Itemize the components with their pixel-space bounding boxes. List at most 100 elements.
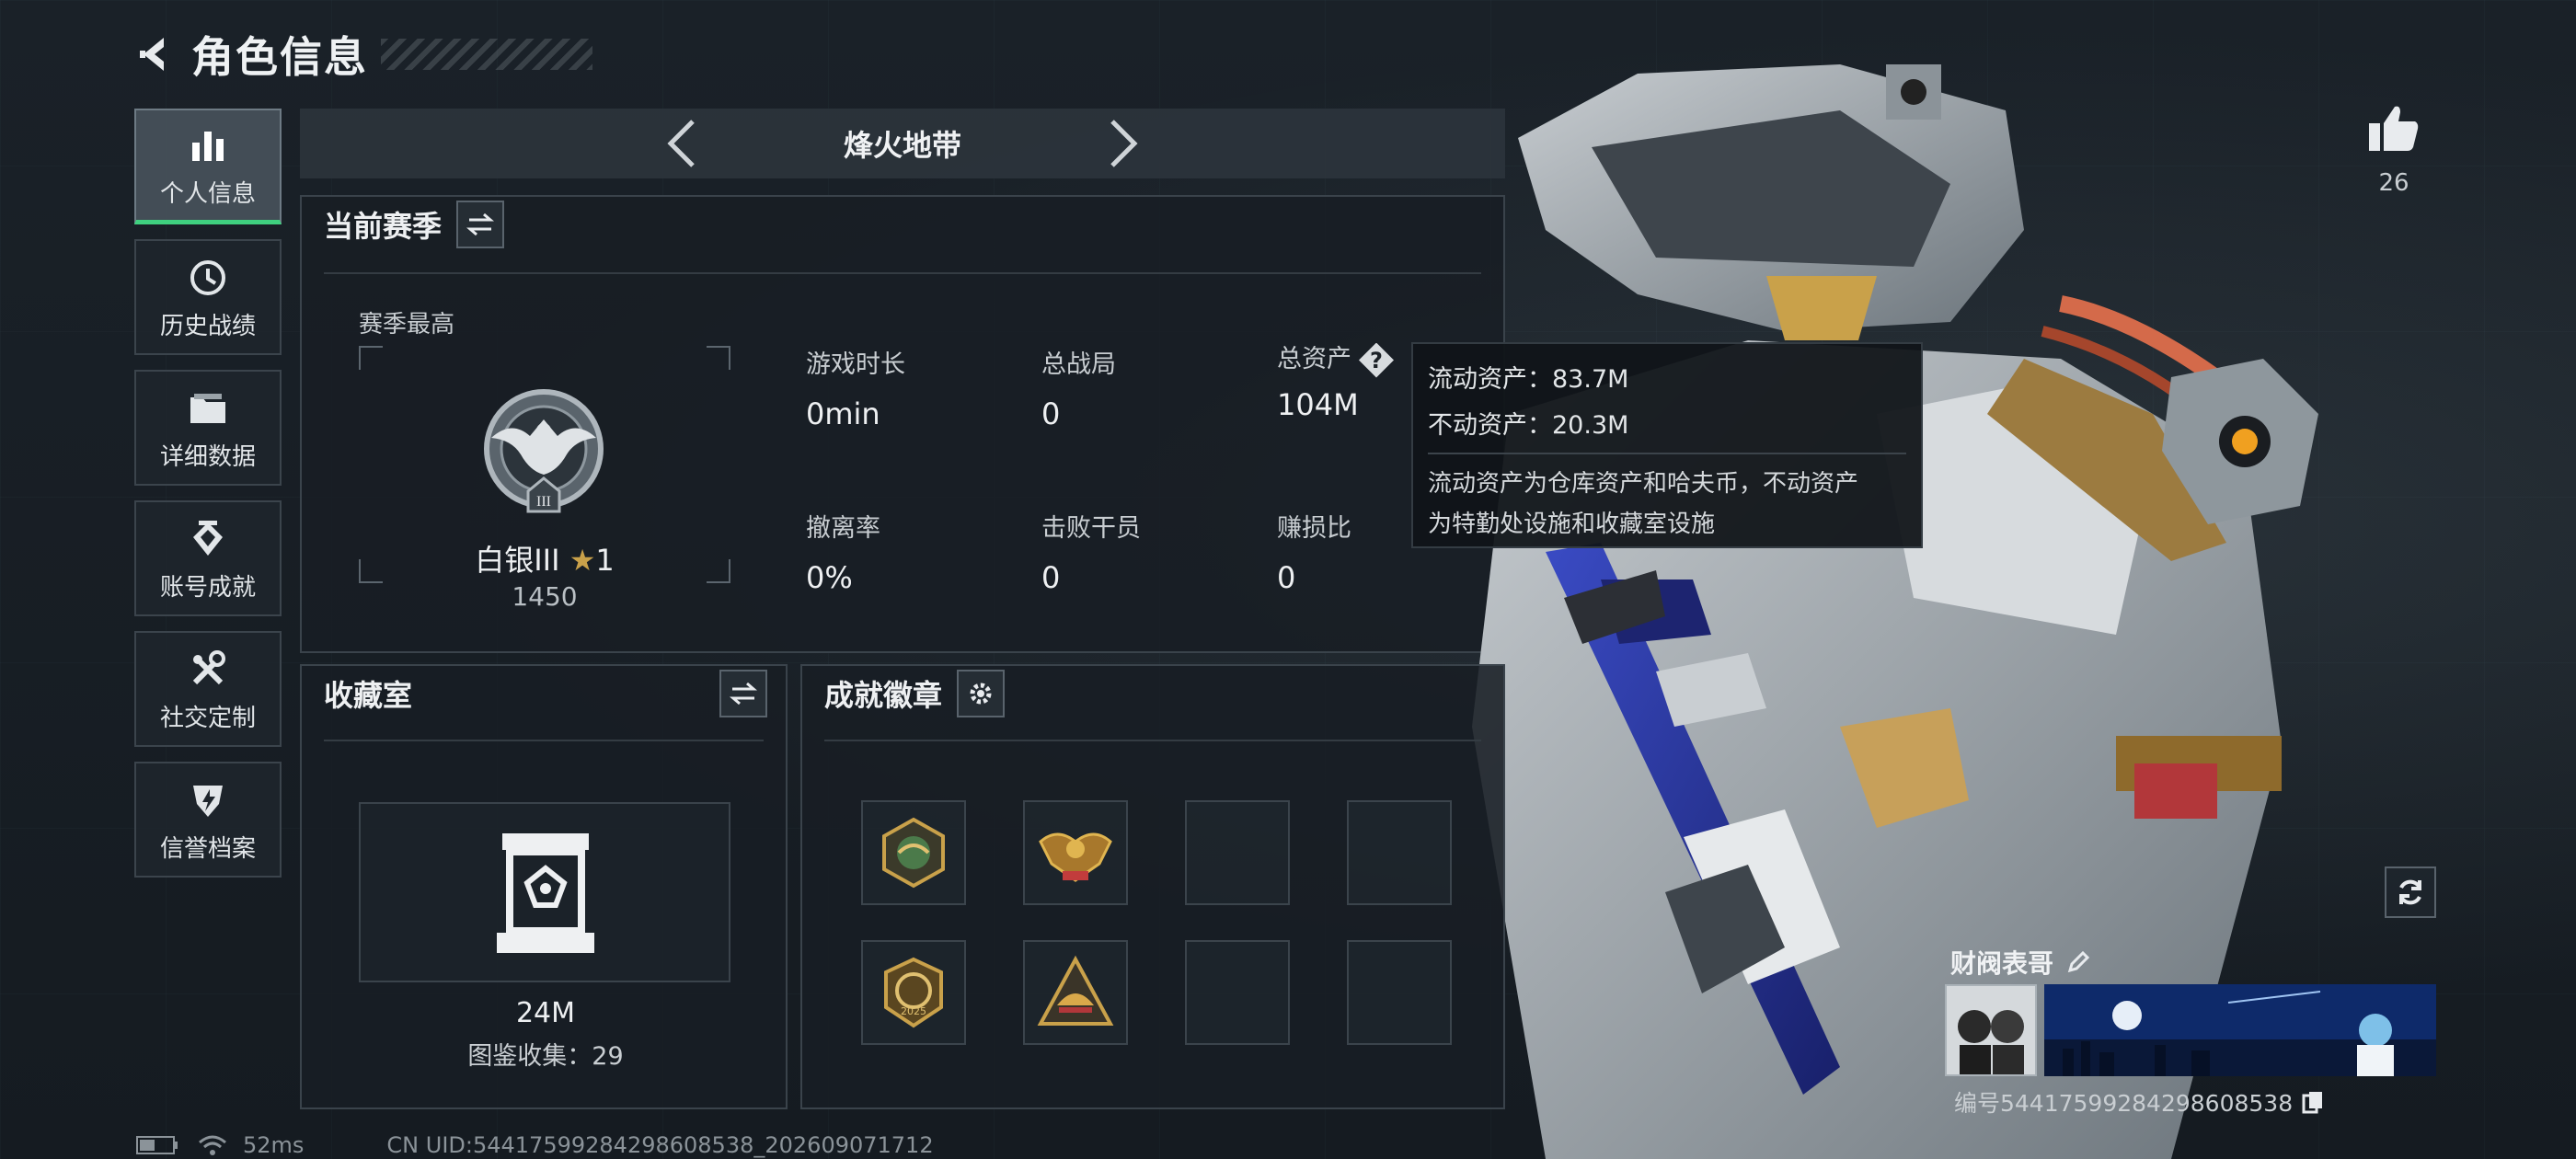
rank-emblem-icon: III — [484, 389, 604, 513]
badge-slot-empty[interactable] — [1347, 940, 1452, 1045]
tools-icon — [188, 646, 228, 694]
collection-count: 图鉴收集：29 — [467, 1042, 624, 1071]
tooltip-fixed-assets: 不动资产：20.3M — [1428, 411, 1629, 440]
shield-icon — [188, 776, 228, 824]
stat-value: 0 — [1041, 560, 1061, 595]
avatar[interactable] — [1945, 984, 2037, 1076]
player-name: 财阀表哥 — [1950, 944, 2090, 981]
nav-item-history[interactable]: 历史战绩 — [134, 239, 282, 355]
wifi-icon — [199, 1135, 226, 1155]
nav-item-social-custom[interactable]: 社交定制 — [134, 631, 282, 747]
next-mode-button[interactable] — [1096, 116, 1151, 171]
collection-panel-header: 收藏室 — [302, 666, 786, 721]
prev-mode-button[interactable] — [654, 116, 709, 171]
badge-icon: 2025 — [884, 957, 943, 1028]
divider — [824, 740, 1481, 741]
side-nav: 个人信息 历史战绩 详细数据 账号成就 社交定制 信誉档案 — [134, 109, 282, 892]
folder-icon — [188, 384, 228, 432]
stat-play-time: 游戏时长 0min — [806, 344, 1027, 431]
badge-slot[interactable] — [861, 800, 966, 905]
svg-text:III: III — [536, 494, 551, 510]
season-panel-header: 当前赛季 — [302, 197, 1503, 252]
divider — [324, 740, 764, 741]
ping-value: 52ms — [243, 1132, 305, 1158]
back-arrow-icon — [140, 38, 164, 71]
uid-text: CN UID:5441759928429860853​8_20260907171… — [386, 1132, 934, 1158]
assets-tooltip: 流动资产：83.7M 不动资产：20.3M 流动资产为仓库资产和哈夫币，不动资产… — [1411, 342, 1923, 548]
switch-season-button[interactable] — [456, 201, 505, 248]
badge-slot-empty[interactable] — [1347, 800, 1452, 905]
stat-label: 击败干员 — [1041, 514, 1141, 543]
page-title: 角色信息 — [191, 32, 368, 82]
badge-settings-button[interactable] — [957, 670, 1006, 717]
gear-icon — [970, 683, 992, 705]
divider — [324, 272, 1481, 274]
stat-operators-defeated: 击败干员 0 — [1041, 508, 1262, 595]
night-sky-banner-image — [2044, 984, 2436, 1076]
refresh-icon — [2399, 879, 2421, 905]
chevron-right-icon — [1110, 120, 1138, 167]
stat-label: 游戏时长 — [806, 350, 905, 379]
status-bar: 52ms CN UID:5441759928429860853​8_202609… — [136, 1131, 934, 1159]
badge-slot-empty[interactable] — [1185, 800, 1290, 905]
collection-panel-title: 收藏室 — [324, 678, 413, 713]
nav-label: 信誉档案 — [159, 834, 256, 863]
player-id-text: 编号5441759928429860853​8 — [1954, 1090, 2294, 1117]
stat-label: 撤离率 — [806, 514, 880, 543]
display-case-icon — [497, 833, 594, 953]
nav-item-achievements[interactable]: 账号成就 — [134, 500, 282, 616]
tooltip-description-2: 为特勤处设施和收藏室设施 — [1428, 511, 1716, 538]
badges-panel-title: 成就徽章 — [824, 678, 943, 713]
nav-item-credit-record[interactable]: 信誉档案 — [134, 762, 282, 878]
stat-value: 0 — [1041, 396, 1061, 431]
thumbs-up-icon — [2369, 106, 2419, 151]
nav-label: 详细数据 — [159, 442, 256, 471]
rank-score: 1450 — [512, 581, 578, 612]
badge-slot-empty[interactable] — [1185, 940, 1290, 1045]
nav-item-personal-info[interactable]: 个人信息 — [134, 109, 282, 224]
season-panel-title: 当前赛季 — [324, 209, 443, 244]
page-header: 角色信息 — [129, 22, 592, 86]
svg-text:2025: 2025 — [901, 1005, 926, 1017]
collection-panel: 收藏室 24M 图鉴收集：29 — [300, 664, 788, 1109]
back-button[interactable] — [129, 29, 180, 80]
stat-label-text: 总资产 — [1277, 345, 1351, 373]
frame-corner — [707, 346, 730, 370]
profile-banner[interactable] — [2044, 984, 2436, 1076]
badge-icon — [1039, 832, 1112, 882]
copy-icon — [2302, 1092, 2323, 1114]
copy-id-button[interactable] — [2302, 1090, 2324, 1114]
nav-label: 社交定制 — [159, 704, 256, 732]
stat-value: 0min — [806, 396, 880, 431]
rank-stars: 1 — [595, 543, 615, 578]
chevron-left-icon — [667, 120, 695, 167]
achievement-icon — [188, 515, 228, 563]
switch-collection-button[interactable] — [719, 670, 767, 717]
swap-icon — [466, 212, 495, 236]
like-button[interactable] — [2361, 103, 2427, 158]
player-id: 编号5441759928429860853​8 — [1954, 1085, 2324, 1119]
badge-icon — [882, 817, 945, 889]
pencil-icon — [2067, 950, 2090, 973]
badge-slot[interactable] — [1023, 800, 1128, 905]
refresh-button[interactable] — [2385, 866, 2436, 918]
tooltip-divider — [1428, 453, 1906, 454]
tooltip-liquid-assets: 流动资产：83.7M — [1428, 365, 1629, 394]
battery-icon — [136, 1136, 178, 1154]
frame-corner — [359, 346, 383, 370]
edit-name-button[interactable] — [2066, 950, 2090, 974]
bar-chart-icon — [189, 121, 227, 169]
tooltip-description-1: 流动资产为仓库资产和哈夫币，不动资产 — [1428, 470, 1859, 498]
rank-name-text: 白银III — [475, 543, 560, 578]
collection-value: 24M — [515, 997, 576, 1029]
title-decoration — [381, 39, 592, 70]
nav-label: 个人信息 — [159, 180, 256, 208]
nav-item-detailed-data[interactable]: 详细数据 — [134, 370, 282, 486]
badge-slot[interactable]: 2025 — [861, 940, 966, 1045]
nav-label: 账号成就 — [159, 573, 256, 602]
season-best-label: 赛季最高 — [359, 311, 455, 339]
collection-showcase[interactable] — [359, 802, 730, 982]
badge-slot[interactable] — [1023, 940, 1128, 1045]
rank-frame: III 白银III ★1 1450 — [359, 346, 730, 612]
avatar-image — [1947, 986, 2035, 1074]
